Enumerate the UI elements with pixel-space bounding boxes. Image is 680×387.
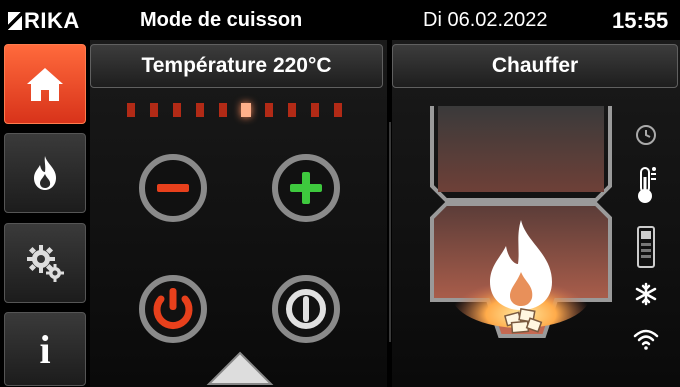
page-title: Mode de cuisson [140,9,303,31]
logo-mark-icon [8,12,22,30]
sidebar-item-info[interactable]: i [4,312,86,386]
tab-heating[interactable]: Chauffer [392,44,678,88]
power-button[interactable] [137,273,209,345]
logo-text: RIKA [24,8,80,33]
sidebar-item-settings[interactable] [4,223,86,303]
level-segment-active [241,103,251,117]
sidebar-item-flame[interactable] [4,133,86,213]
increase-temperature-button[interactable] [270,152,342,224]
rika-logo: RIKA [8,8,80,34]
level-segment [311,103,319,117]
level-segment [150,103,158,117]
sidebar-item-home[interactable] [4,44,86,124]
level-segment [288,103,296,117]
standby-button[interactable] [270,273,342,345]
level-segment [334,103,342,117]
info-icon: i [39,326,51,372]
top-bar: RIKA Mode de cuisson Di 06.02.2022 15:55 [0,0,680,40]
scroll-up-button[interactable] [205,350,275,387]
level-segment [173,103,181,117]
level-segment [265,103,273,117]
time-display: 15:55 [612,8,669,33]
snowflake-icon [635,282,657,306]
wifi-icon [633,329,659,350]
tab-temperature-label: Température 220°C [141,54,332,77]
date-display: Di 06.02.2022 [423,9,548,31]
minus-icon [157,184,189,192]
temperature-panel: Température 220°C [90,40,387,387]
arrow-up-icon [206,351,274,385]
thermometer-icon [638,167,656,203]
clock-icon [636,125,656,145]
oven-compartment [438,106,604,192]
panel-divider [389,122,391,342]
remote-icon [637,226,655,268]
gears-icon [27,245,64,282]
level-segment [219,103,227,117]
tab-heating-label: Chauffer [491,54,579,77]
sidebar: i [0,40,90,387]
level-segment [127,103,135,117]
flame-icon [34,156,56,190]
tab-temperature[interactable]: Température 220°C [90,44,383,88]
stove-illustration [430,106,612,338]
decrease-temperature-button[interactable] [137,152,209,224]
home-icon [27,68,63,101]
level-segment [196,103,204,117]
